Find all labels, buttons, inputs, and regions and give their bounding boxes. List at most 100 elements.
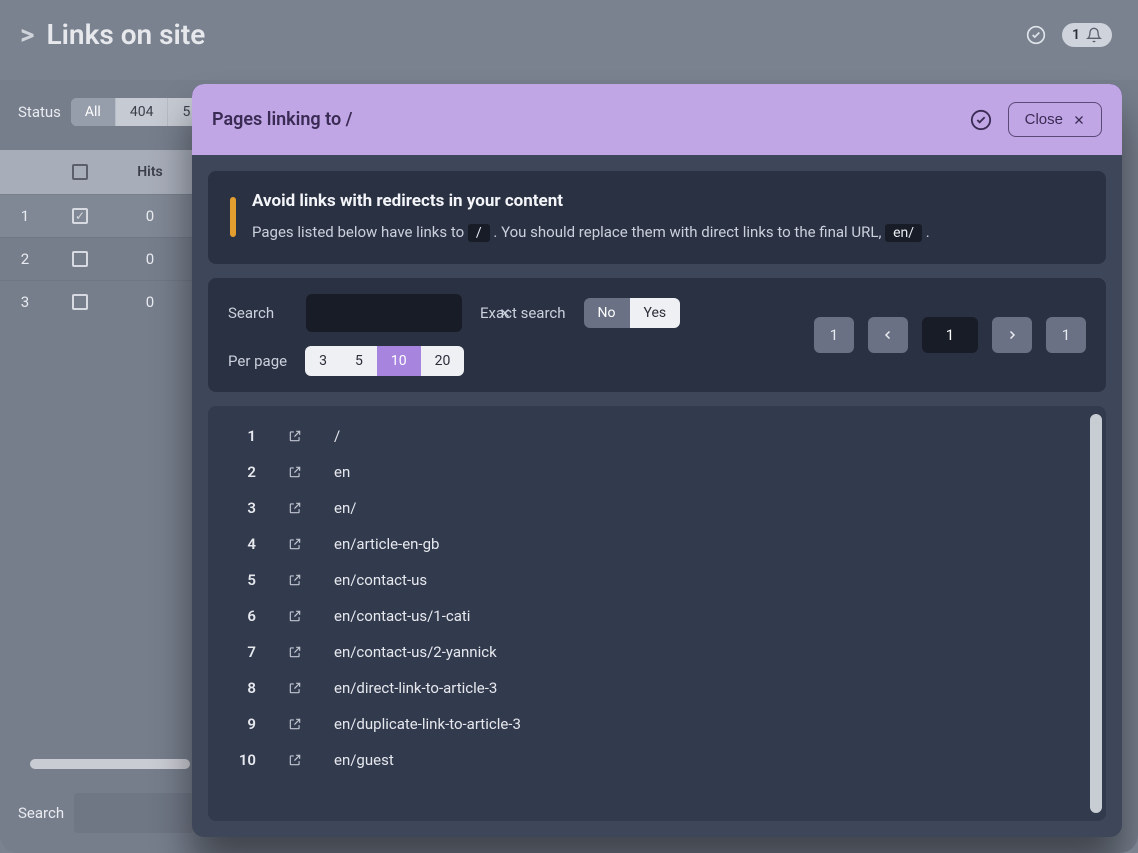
list-item[interactable]: 10 en/guest [224, 742, 1096, 778]
list-item[interactable]: 8en/direct-link-to-article-3 [224, 670, 1096, 706]
external-link-icon[interactable] [286, 501, 304, 515]
close-button[interactable]: Close [1008, 102, 1102, 137]
page-last-button[interactable]: 1 [1046, 317, 1086, 353]
col-hits[interactable]: Hits [110, 164, 190, 180]
row-checkbox[interactable] [72, 294, 88, 310]
external-link-icon[interactable] [286, 717, 304, 731]
notification-pill[interactable]: 1 [1062, 23, 1112, 47]
list-item[interactable]: 5en/contact-us [224, 562, 1096, 598]
modal-header: Pages linking to / Close [192, 84, 1122, 155]
table-row[interactable]: 3 0 [0, 280, 200, 323]
list-item[interactable]: 6 en/contact-us/1-cati [224, 598, 1096, 634]
row-index: 1 [0, 207, 50, 225]
table-row[interactable]: 1 0 [0, 194, 200, 237]
external-link-icon[interactable] [286, 753, 304, 767]
select-all-checkbox[interactable] [72, 164, 88, 180]
list-index: 4 [230, 535, 256, 553]
redirect-warning-alert: Avoid links with redirects in your conte… [208, 171, 1106, 264]
external-link-icon[interactable] [286, 609, 304, 623]
row-hits: 0 [110, 250, 190, 268]
close-icon [1073, 114, 1085, 126]
list-index: 9 [230, 715, 256, 733]
search-input[interactable] [318, 305, 499, 321]
row-index: 2 [0, 250, 50, 268]
page-next-button[interactable] [992, 317, 1032, 353]
target-url-chip: en/ [885, 224, 922, 242]
bell-icon [1086, 27, 1102, 43]
close-label: Close [1025, 111, 1063, 128]
list-index: 2 [230, 463, 256, 481]
alert-text-part: . [926, 223, 930, 241]
per-page-3[interactable]: 3 [305, 346, 341, 376]
linking-pages-modal: Pages linking to / Close Avoid links wit… [192, 84, 1122, 837]
chevron-right-icon [1006, 329, 1018, 341]
external-link-icon[interactable] [286, 429, 304, 443]
list-item[interactable]: 9 en/duplicate-link-to-article-3 [224, 706, 1096, 742]
pager: 1 1 1 [814, 317, 1086, 353]
breadcrumb[interactable]: > Links on site [20, 18, 205, 51]
source-url-chip: / [468, 224, 490, 242]
list-url: en/contact-us [334, 571, 1090, 589]
row-checkbox[interactable] [72, 251, 88, 267]
external-link-icon[interactable] [286, 465, 304, 479]
list-url: en/contact-us/1-cati [334, 607, 1090, 625]
per-page-label: Per page [228, 352, 287, 370]
list-item[interactable]: 3 en/ [224, 490, 1096, 526]
list-index: 3 [230, 499, 256, 517]
exact-no-option[interactable]: No [584, 298, 630, 328]
exact-yes-option[interactable]: Yes [630, 298, 681, 328]
status-filter-label: Status [18, 103, 61, 121]
exact-search-toggle: No Yes [584, 298, 681, 328]
bg-search-label: Search [18, 804, 64, 822]
chevron-left-icon [882, 329, 894, 341]
list-index: 6 [230, 607, 256, 625]
external-link-icon[interactable] [286, 681, 304, 695]
top-bar: > Links on site 1 [0, 0, 1138, 69]
list-url: / [334, 427, 1090, 445]
list-index: 7 [230, 643, 256, 661]
page-current-button[interactable]: 1 [922, 317, 978, 353]
per-page-5[interactable]: 5 [341, 346, 377, 376]
status-ok-icon[interactable] [970, 109, 992, 131]
per-page-10[interactable]: 10 [377, 346, 421, 376]
bg-search-input[interactable] [74, 793, 194, 833]
list-url: en/duplicate-link-to-article-3 [334, 715, 1090, 733]
notification-count: 1 [1072, 27, 1080, 43]
table-row[interactable]: 2 0 [0, 237, 200, 280]
status-tab-all[interactable]: All [71, 98, 116, 126]
status-tab-404[interactable]: 404 [116, 98, 169, 126]
list-url: en/contact-us/2-yannick [334, 643, 1090, 661]
filters-panel: Search Exact search No Yes [208, 278, 1106, 392]
list-item[interactable]: 4en/article-en-gb [224, 526, 1096, 562]
list-index: 1 [230, 427, 256, 445]
list-url: en/direct-link-to-article-3 [334, 679, 1090, 697]
external-link-icon[interactable] [286, 537, 304, 551]
page-prev-button[interactable] [868, 317, 908, 353]
list-url: en/ [334, 499, 1090, 517]
search-box [306, 294, 462, 332]
list-url: en [334, 463, 1090, 481]
per-page-20[interactable]: 20 [421, 346, 465, 376]
vertical-scrollbar[interactable] [1090, 414, 1102, 813]
page-first-button[interactable]: 1 [814, 317, 854, 353]
list-item[interactable]: 1/ [224, 418, 1096, 454]
results-list: 1/2en3en/4en/article-en-gb5en/contact-us… [208, 406, 1106, 821]
per-page-selector: 3 5 10 20 [305, 346, 464, 376]
external-link-icon[interactable] [286, 645, 304, 659]
alert-text-part: Pages listed below have links to [252, 223, 468, 241]
row-index: 3 [0, 293, 50, 311]
row-checkbox[interactable] [72, 208, 88, 224]
results-list-container: 1/2en3en/4en/article-en-gb5en/contact-us… [208, 406, 1106, 821]
list-url: en/guest [334, 751, 1090, 769]
list-item[interactable]: 7 en/contact-us/2-yannick [224, 634, 1096, 670]
search-label: Search [228, 304, 288, 322]
list-index: 10 [230, 751, 256, 769]
list-item[interactable]: 2 en [224, 454, 1096, 490]
horizontal-scrollbar[interactable] [30, 759, 190, 769]
row-hits: 0 [110, 293, 190, 311]
background-table: Hits 1 0 2 0 3 0 [0, 150, 200, 323]
exact-search-label: Exact search [480, 304, 566, 322]
status-ok-icon[interactable] [1024, 23, 1048, 47]
page-title: Links on site [47, 18, 206, 51]
external-link-icon[interactable] [286, 573, 304, 587]
